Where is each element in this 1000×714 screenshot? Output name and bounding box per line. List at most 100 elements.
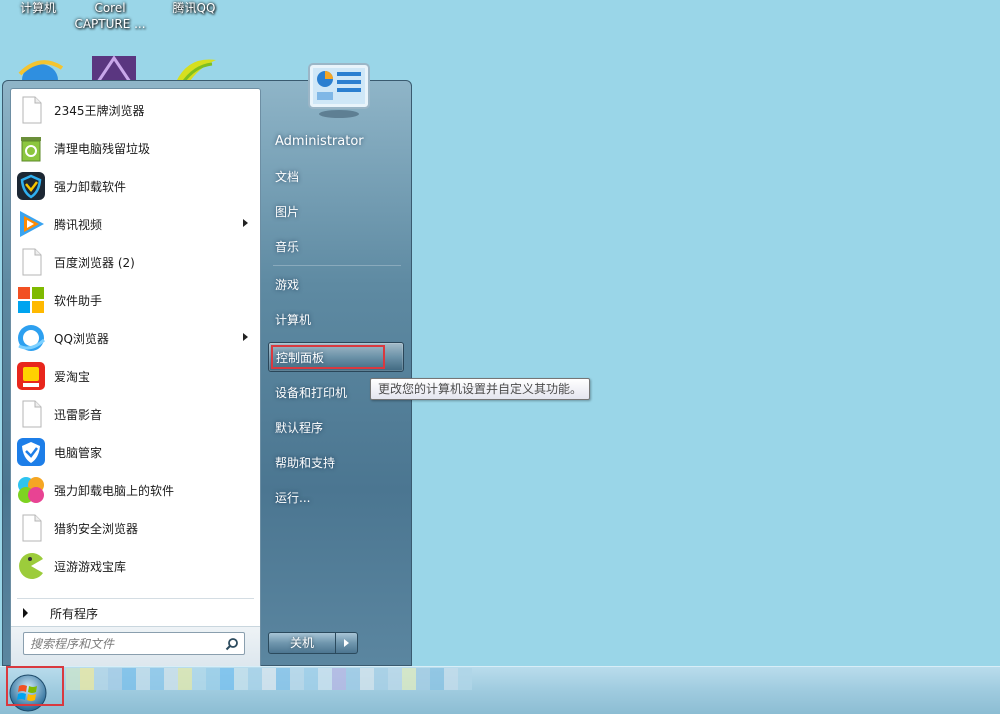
- program-label: 猎豹安全浏览器: [54, 521, 139, 536]
- program-item[interactable]: 迅雷影音: [11, 395, 260, 433]
- control-panel-tooltip: 更改您的计算机设置并自定义其功能。: [370, 378, 591, 400]
- pixel-cell: [80, 668, 94, 690]
- user-picture[interactable]: [307, 62, 371, 120]
- program-label: QQ浏览器: [54, 331, 109, 346]
- program-item[interactable]: 强力卸载电脑上的软件: [11, 471, 260, 509]
- control-panel-link[interactable]: 控制面板: [268, 342, 404, 372]
- right-pane-separator: [273, 265, 401, 266]
- pixel-cell: [150, 668, 164, 690]
- program-label: 强力卸载电脑上的软件: [54, 483, 175, 498]
- program-item[interactable]: 电脑管家: [11, 433, 260, 471]
- program-item[interactable]: 2345王牌浏览器: [11, 91, 260, 129]
- program-item[interactable]: QQ浏览器: [11, 319, 260, 357]
- program-label: 爱淘宝: [54, 369, 91, 384]
- help-support-link[interactable]: 帮助和支持: [268, 447, 404, 477]
- program-label: 迅雷影音: [54, 407, 103, 422]
- program-item[interactable]: 逗游游戏宝库: [11, 547, 260, 585]
- windows-logo-icon: [9, 674, 47, 712]
- computer-link[interactable]: 计算机: [268, 304, 404, 334]
- recycle-bin-icon: [15, 132, 47, 164]
- username-link[interactable]: Administrator: [268, 126, 404, 156]
- pixel-cell: [122, 668, 136, 690]
- program-label: 逗游游戏宝库: [54, 559, 127, 574]
- blank-file-icon: [15, 94, 47, 126]
- pixel-cell: [206, 668, 220, 690]
- pixel-cell: [332, 668, 346, 690]
- blank-file-icon: [15, 398, 47, 430]
- program-label: 百度浏览器 (2): [54, 255, 135, 270]
- pixel-cell: [94, 668, 108, 690]
- pixel-cell: [444, 668, 458, 690]
- left-pane-separator: [17, 598, 254, 599]
- pixel-cell: [164, 668, 178, 690]
- all-programs-button[interactable]: 所有程序: [19, 601, 249, 625]
- pixel-cell: [416, 668, 430, 690]
- program-label: 强力卸载软件: [54, 179, 127, 194]
- pixel-cell: [458, 668, 472, 690]
- pixel-cell: [304, 668, 318, 690]
- run-link[interactable]: 运行...: [268, 482, 404, 512]
- pixel-cell: [346, 668, 360, 690]
- start-menu-left-pane: 2345王牌浏览器 清理电脑残留垃圾 强力卸载软件 腾讯视频 百度浏览器 (2)…: [10, 88, 261, 666]
- desktop-icon-computer[interactable]: 计算机: [0, 0, 76, 16]
- search-input[interactable]: [30, 635, 220, 653]
- shutdown-control: 关机: [268, 632, 358, 654]
- games-link[interactable]: 游戏: [268, 269, 404, 299]
- pixel-cell: [402, 668, 416, 690]
- start-orb-button[interactable]: [6, 669, 58, 713]
- program-label: 电脑管家: [54, 445, 103, 460]
- submenu-arrow-icon: [243, 219, 248, 227]
- pinwheel-icon: [15, 474, 47, 506]
- tiles-icon: [15, 284, 47, 316]
- program-item[interactable]: 猎豹安全浏览器: [11, 509, 260, 547]
- blank-file-icon: [15, 512, 47, 544]
- pixel-cell: [248, 668, 262, 690]
- pixel-cell: [276, 668, 290, 690]
- search-icon[interactable]: [225, 637, 239, 651]
- program-item[interactable]: 腾讯视频: [11, 205, 260, 243]
- pixel-cell: [192, 668, 206, 690]
- music-link[interactable]: 音乐: [268, 231, 404, 261]
- program-label: 腾讯视频: [54, 217, 103, 232]
- pixel-cell: [360, 668, 374, 690]
- shutdown-options-arrow-icon[interactable]: [336, 632, 358, 654]
- pixel-cell: [430, 668, 444, 690]
- pixel-cell: [108, 668, 122, 690]
- taskbar-pixelated-area: [66, 668, 476, 712]
- expand-arrow-icon: [23, 608, 28, 618]
- qq-browser-icon: [15, 322, 47, 354]
- taobao-icon: [15, 360, 47, 392]
- pixel-cell: [178, 668, 192, 690]
- program-label: 2345王牌浏览器: [54, 103, 145, 118]
- pixel-cell: [262, 668, 276, 690]
- search-box[interactable]: [23, 632, 245, 655]
- program-item[interactable]: 爱淘宝: [11, 357, 260, 395]
- pixel-cell: [290, 668, 304, 690]
- blank-file-icon: [15, 246, 47, 278]
- pixel-cell: [234, 668, 248, 690]
- program-item[interactable]: 强力卸载软件: [11, 167, 260, 205]
- documents-link[interactable]: 文档: [268, 161, 404, 191]
- desktop-icon-label-line2: CAPTURE ...: [74, 17, 146, 31]
- program-list: 2345王牌浏览器 清理电脑残留垃圾 强力卸载软件 腾讯视频 百度浏览器 (2)…: [11, 91, 260, 585]
- shutdown-button[interactable]: 关机: [268, 632, 336, 654]
- submenu-arrow-icon: [243, 333, 248, 341]
- pixel-cell: [136, 668, 150, 690]
- program-item[interactable]: 软件助手: [11, 281, 260, 319]
- pixel-cell: [374, 668, 388, 690]
- pc-manager-icon: [15, 436, 47, 468]
- all-programs-label: 所有程序: [50, 606, 99, 621]
- program-label: 软件助手: [54, 293, 103, 308]
- program-item[interactable]: 清理电脑残留垃圾: [11, 129, 260, 167]
- pixel-cell: [318, 668, 332, 690]
- pixel-cell: [66, 668, 80, 690]
- desktop-icon-label: 腾讯QQ: [172, 1, 216, 15]
- desktop-icon-corel-capture[interactable]: Corel CAPTURE ...: [72, 0, 148, 32]
- start-menu: 2345王牌浏览器 清理电脑残留垃圾 强力卸载软件 腾讯视频 百度浏览器 (2)…: [2, 63, 412, 666]
- program-item[interactable]: 百度浏览器 (2): [11, 243, 260, 281]
- desktop-icon-tencent-qq[interactable]: 腾讯QQ: [156, 0, 232, 16]
- pixel-cell: [388, 668, 402, 690]
- pictures-link[interactable]: 图片: [268, 196, 404, 226]
- search-area: [11, 626, 260, 666]
- default-programs-link[interactable]: 默认程序: [268, 412, 404, 442]
